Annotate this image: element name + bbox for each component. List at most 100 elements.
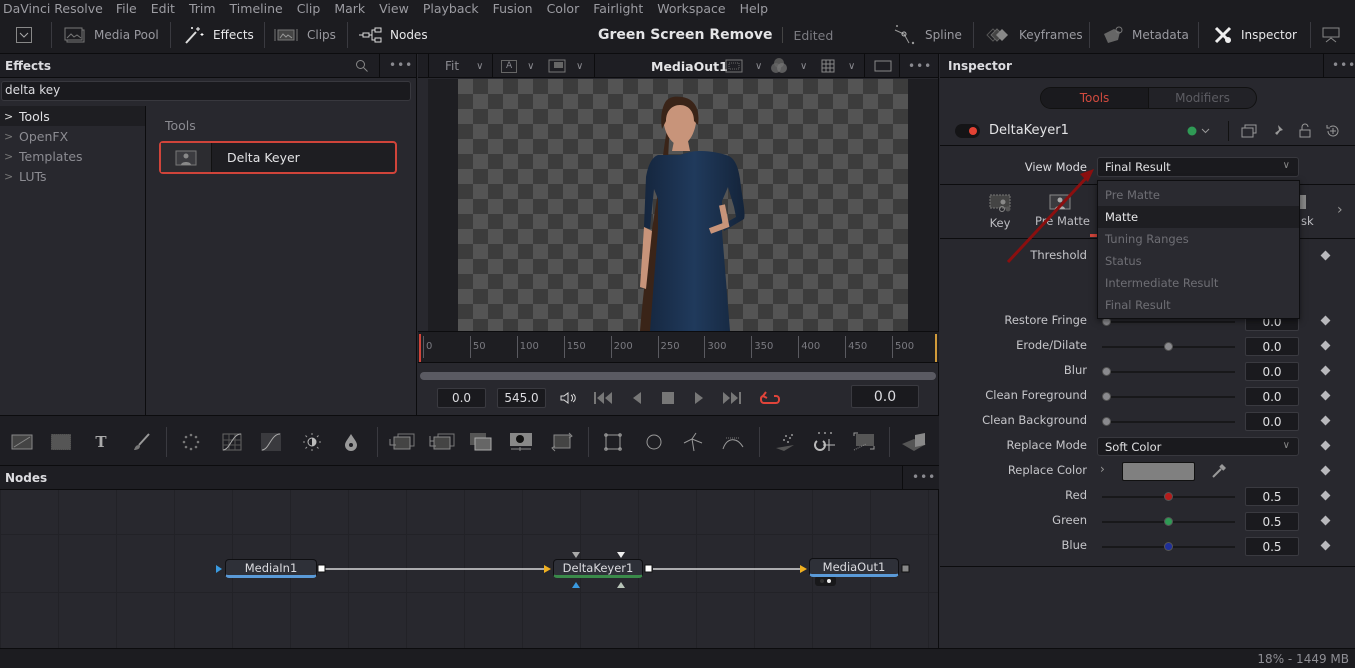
- merge-3d-tool-button[interactable]: [429, 429, 455, 455]
- value-field[interactable]: 0.5: [1245, 487, 1299, 506]
- view-mode-option[interactable]: Status: [1098, 250, 1299, 272]
- 3d-shape-button[interactable]: [901, 429, 927, 455]
- tool-enable-toggle[interactable]: [955, 123, 980, 138]
- time-ruler[interactable]: 0 50 100 150 200 250 300 350 400 450 500: [418, 331, 939, 363]
- keyframe-diamond[interactable]: [1320, 250, 1331, 261]
- grid-dropdown[interactable]: ∨: [821, 54, 855, 78]
- menu-clip[interactable]: Clip: [297, 1, 321, 16]
- merge-tool-button[interactable]: [389, 429, 415, 455]
- matte-tool-button[interactable]: [508, 429, 534, 455]
- slider-handle[interactable]: [1164, 517, 1173, 526]
- view-mode-option[interactable]: Intermediate Result: [1098, 272, 1299, 294]
- play-reverse-button[interactable]: [625, 387, 649, 409]
- blue-slider[interactable]: [1102, 542, 1235, 551]
- view-mode-option[interactable]: Final Result: [1098, 294, 1299, 316]
- menu-davinci-resolve[interactable]: DaVinci Resolve: [3, 1, 103, 16]
- clean-foreground-slider[interactable]: [1102, 392, 1235, 401]
- tree-item-tools[interactable]: > Tools: [0, 106, 145, 126]
- polygon-mask-button[interactable]: [680, 429, 706, 455]
- menu-help[interactable]: Help: [740, 1, 769, 16]
- versions-icon[interactable]: [1241, 124, 1257, 138]
- paint-particles-button[interactable]: [851, 429, 877, 455]
- view-mode-option[interactable]: Pre Matte: [1098, 184, 1299, 206]
- keyframe-diamond[interactable]: [1320, 465, 1331, 476]
- slider-handle[interactable]: [1164, 492, 1173, 501]
- red-slider[interactable]: [1102, 492, 1235, 501]
- value-field[interactable]: 0.5: [1245, 512, 1299, 531]
- background-tool-button[interactable]: [9, 429, 35, 455]
- tree-item-templates[interactable]: > Templates: [0, 146, 145, 166]
- value-field[interactable]: 0.0: [1245, 362, 1299, 381]
- blur-slider[interactable]: [1102, 367, 1235, 376]
- particle-emitter-button[interactable]: [772, 429, 798, 455]
- menu-view[interactable]: View: [379, 1, 409, 16]
- reset-icon[interactable]: [1325, 123, 1341, 139]
- go-to-start-button[interactable]: [591, 387, 615, 409]
- roi-dropdown[interactable]: ∨: [548, 54, 583, 78]
- expand-chevron-icon[interactable]: ›: [1100, 462, 1105, 476]
- tree-item-luts[interactable]: > LUTs: [0, 166, 145, 186]
- subtabs-next-button[interactable]: ›: [1337, 202, 1343, 218]
- erode-dilate-slider[interactable]: [1102, 342, 1235, 351]
- slider-handle[interactable]: [1102, 367, 1111, 376]
- effects-button[interactable]: Effects: [183, 16, 254, 54]
- menu-color[interactable]: Color: [547, 1, 580, 16]
- replace-mode-dropdown[interactable]: Soft Color ∨: [1097, 437, 1299, 456]
- replace-color-swatch[interactable]: [1122, 462, 1195, 481]
- subtab-key[interactable]: Key: [988, 194, 1012, 230]
- menu-file[interactable]: File: [116, 1, 137, 16]
- keyframe-diamond[interactable]: [1320, 440, 1331, 451]
- keyframe-diamond[interactable]: [1320, 490, 1331, 501]
- fullscreen-toggle-button[interactable]: [1321, 16, 1341, 54]
- value-field[interactable]: 0.0: [1245, 412, 1299, 431]
- keyframe-diamond[interactable]: [1320, 415, 1331, 426]
- fast-noise-tool-button[interactable]: [48, 429, 74, 455]
- metadata-button[interactable]: Metadata: [1102, 16, 1189, 54]
- current-time-field[interactable]: 0.0: [851, 385, 919, 408]
- node-medialn1[interactable]: MediaIn1: [225, 559, 317, 578]
- channel-a-dropdown[interactable]: A ∨: [501, 54, 535, 78]
- value-field[interactable]: 0.5: [1245, 537, 1299, 556]
- pin-icon[interactable]: [1270, 124, 1284, 138]
- menu-trim[interactable]: Trim: [189, 1, 216, 16]
- clean-background-slider[interactable]: [1102, 417, 1235, 426]
- value-field[interactable]: 0.0: [1245, 337, 1299, 356]
- color-curves-tool-button[interactable]: [219, 429, 245, 455]
- go-to-end-button[interactable]: [720, 387, 744, 409]
- viewer-canvas[interactable]: [458, 79, 908, 331]
- bspline-mask-button[interactable]: [720, 429, 746, 455]
- render-end-marker[interactable]: [935, 334, 937, 362]
- color-channels-dropdown[interactable]: ∨: [770, 54, 807, 78]
- workspace-menu-button[interactable]: [15, 16, 33, 54]
- matte-control-tool-button[interactable]: [338, 429, 364, 455]
- keyframe-diamond[interactable]: [1320, 390, 1331, 401]
- view-mode-option[interactable]: Tuning Ranges: [1098, 228, 1299, 250]
- nodes-panel[interactable]: Nodes ••• MediaIn1 DeltaKeyer1 MediaOut1: [0, 466, 939, 648]
- slider-handle[interactable]: [1102, 392, 1111, 401]
- keyframe-diamond[interactable]: [1320, 315, 1331, 326]
- menu-fusion[interactable]: Fusion: [493, 1, 533, 16]
- tree-item-openfx[interactable]: > OpenFX: [0, 126, 145, 146]
- media-pool-button[interactable]: Media Pool: [64, 16, 159, 54]
- viewer-options-menu[interactable]: •••: [908, 54, 932, 78]
- blur-tool-button[interactable]: [178, 429, 204, 455]
- menu-playback[interactable]: Playback: [423, 1, 479, 16]
- node-mediaout1[interactable]: MediaOut1: [809, 558, 899, 577]
- menu-fairlight[interactable]: Fairlight: [593, 1, 643, 16]
- menu-timeline[interactable]: Timeline: [230, 1, 283, 16]
- keyframes-button[interactable]: Keyframes: [985, 16, 1083, 54]
- menu-mark[interactable]: Mark: [334, 1, 365, 16]
- node-deltakeyer1[interactable]: DeltaKeyer1: [553, 559, 643, 578]
- delta-keyer-result-item[interactable]: Delta Keyer: [159, 141, 397, 174]
- slider-handle[interactable]: [1164, 342, 1173, 351]
- keyframe-diamond[interactable]: [1320, 340, 1331, 351]
- render-start-field[interactable]: 0.0: [437, 388, 486, 408]
- effects-search-input[interactable]: delta key: [1, 81, 411, 101]
- viewer-layout-button[interactable]: [874, 54, 892, 78]
- search-icon[interactable]: [355, 59, 369, 73]
- effects-options-menu[interactable]: •••: [389, 58, 413, 72]
- render-end-field[interactable]: 545.0: [497, 388, 546, 408]
- checker-dropdown[interactable]: ∨: [725, 54, 762, 78]
- subtab-pre-matte[interactable]: Pre Matte: [1035, 194, 1090, 228]
- rectangle-mask-button[interactable]: [600, 429, 626, 455]
